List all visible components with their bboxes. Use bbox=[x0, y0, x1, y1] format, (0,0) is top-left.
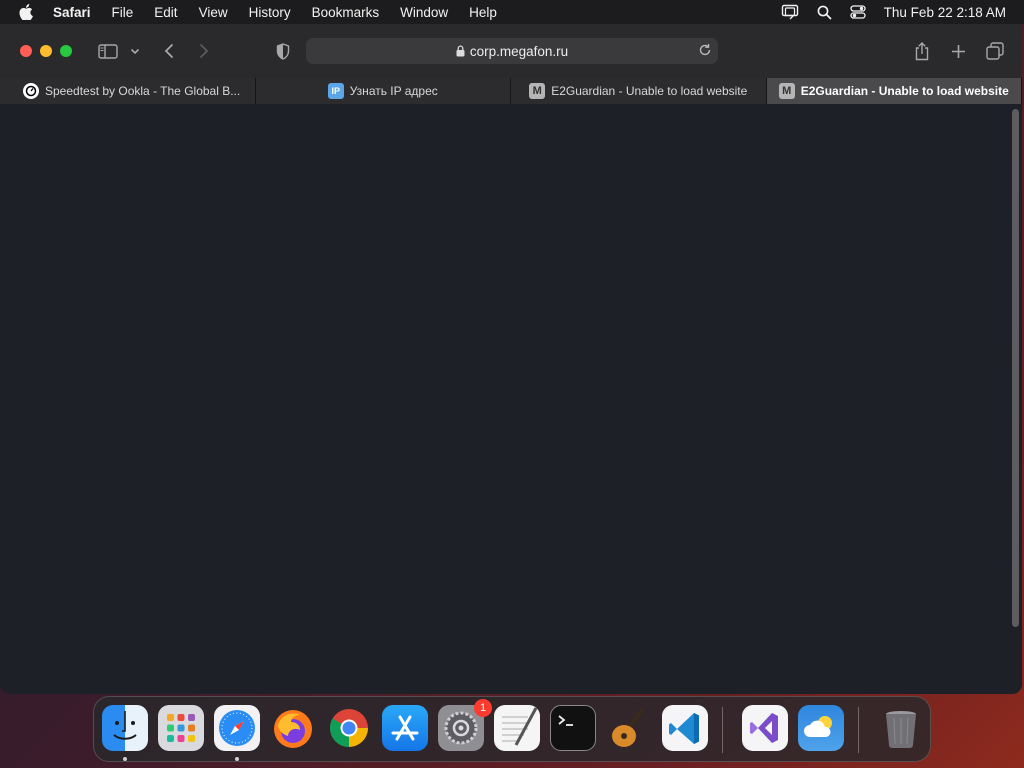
dock-separator bbox=[722, 707, 723, 753]
chevron-right-icon bbox=[200, 44, 209, 58]
vertical-scrollbar[interactable] bbox=[1012, 109, 1019, 627]
new-tab-button[interactable] bbox=[948, 39, 968, 63]
address-bar[interactable]: corp.megafon.ru bbox=[306, 38, 718, 64]
weather-icon[interactable] bbox=[798, 705, 844, 751]
plus-icon bbox=[951, 44, 965, 58]
share-button[interactable] bbox=[912, 39, 932, 63]
tab-ip-address[interactable]: IP Узнать IP адрес bbox=[255, 78, 512, 104]
tab-e2guardian-1[interactable]: M E2Guardian - Unable to load website bbox=[511, 78, 767, 104]
apple-menu-icon[interactable] bbox=[19, 4, 35, 20]
shield-icon bbox=[276, 42, 290, 60]
vscode-icon[interactable] bbox=[662, 705, 708, 751]
notification-badge: 1 bbox=[474, 699, 492, 717]
sidebar-toggle-button[interactable] bbox=[96, 39, 120, 63]
tab-overview-icon bbox=[986, 42, 1004, 60]
finder-running-indicator bbox=[123, 757, 127, 761]
tab-title: E2Guardian - Unable to load website bbox=[800, 84, 1009, 98]
tab-overview-button[interactable] bbox=[985, 39, 1005, 63]
tab-speedtest[interactable]: Speedtest by Ookla - The Global B... bbox=[0, 78, 256, 104]
launchpad-icon[interactable] bbox=[158, 705, 204, 751]
textedit-icon[interactable] bbox=[494, 705, 540, 751]
menu-view[interactable]: View bbox=[199, 5, 228, 20]
tab-title: Speedtest by Ookla - The Global B... bbox=[45, 84, 241, 98]
menu-history[interactable]: History bbox=[249, 5, 291, 20]
firefox-icon[interactable] bbox=[270, 705, 316, 751]
toolbar: corp.megafon.ru bbox=[0, 24, 1022, 78]
chrome-icon[interactable] bbox=[326, 705, 372, 751]
spotlight-search-icon[interactable] bbox=[817, 5, 832, 20]
system-settings-icon[interactable]: 1 bbox=[438, 699, 492, 751]
visual-studio-icon[interactable] bbox=[742, 705, 788, 751]
menu-edit[interactable]: Edit bbox=[154, 5, 177, 20]
finder-icon[interactable] bbox=[102, 705, 148, 751]
menu-help[interactable]: Help bbox=[469, 5, 497, 20]
screen-mirroring-icon[interactable] bbox=[781, 4, 799, 20]
trash-icon[interactable] bbox=[878, 705, 924, 751]
privacy-report-button[interactable] bbox=[274, 39, 292, 63]
page-content[interactable] bbox=[0, 104, 1022, 694]
dock: 1 bbox=[93, 696, 931, 762]
tab-group-chevron-button[interactable] bbox=[128, 39, 142, 63]
back-button[interactable] bbox=[160, 39, 178, 63]
tab-bar: Speedtest by Ookla - The Global B... IP … bbox=[0, 78, 1022, 105]
sidebar-icon bbox=[98, 43, 118, 59]
speedtest-icon bbox=[23, 83, 39, 99]
menu-file[interactable]: File bbox=[112, 5, 134, 20]
ip-icon: IP bbox=[327, 83, 344, 99]
safari-running-indicator bbox=[235, 757, 239, 761]
control-center-icon[interactable] bbox=[850, 5, 866, 19]
address-text: corp.megafon.ru bbox=[469, 43, 569, 59]
m-icon: M bbox=[778, 83, 795, 99]
lock-icon bbox=[456, 45, 465, 57]
menu-window[interactable]: Window bbox=[400, 5, 448, 20]
dock-separator bbox=[858, 707, 859, 753]
chevron-left-icon bbox=[164, 44, 173, 58]
tab-e2guardian-active[interactable]: M E2Guardian - Unable to load website bbox=[766, 78, 1022, 104]
reload-icon[interactable] bbox=[698, 43, 712, 57]
menu-bar: Safari File Edit View History Bookmarks … bbox=[0, 0, 1024, 24]
tab-title: Узнать IP адрес bbox=[349, 84, 438, 98]
m-icon: M bbox=[529, 83, 546, 99]
share-icon bbox=[915, 41, 929, 60]
forward-button[interactable] bbox=[195, 39, 213, 63]
chevron-down-icon bbox=[130, 48, 140, 54]
minimize-window-button[interactable] bbox=[40, 45, 52, 57]
safari-window: corp.megafon.ru Speedtest by Ookla - The… bbox=[0, 24, 1022, 694]
safari-icon[interactable] bbox=[214, 705, 260, 751]
close-window-button[interactable] bbox=[20, 45, 32, 57]
menu-app-name[interactable]: Safari bbox=[53, 5, 91, 20]
terminal-icon[interactable] bbox=[550, 705, 596, 751]
app-store-icon[interactable] bbox=[382, 705, 428, 751]
menu-bookmarks[interactable]: Bookmarks bbox=[312, 5, 380, 20]
menu-clock[interactable]: Thu Feb 22 2:18 AM bbox=[884, 5, 1006, 20]
zoom-window-button[interactable] bbox=[60, 45, 72, 57]
status-area: Thu Feb 22 2:18 AM bbox=[763, 0, 1006, 24]
garageband-icon[interactable] bbox=[606, 705, 652, 751]
tab-title: E2Guardian - Unable to load website bbox=[551, 84, 748, 98]
